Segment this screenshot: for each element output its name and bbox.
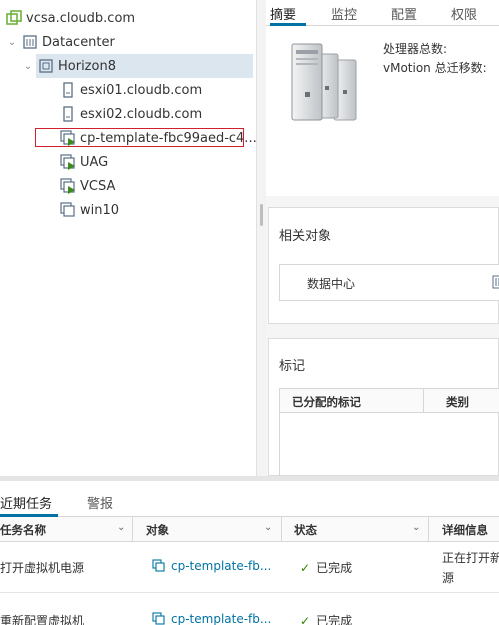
column-category[interactable]: 类别 xyxy=(446,394,469,410)
tree-item-datacenter[interactable]: ⌄ Datacenter xyxy=(0,30,257,54)
tab-recent-tasks[interactable]: 近期任务 xyxy=(0,493,52,512)
host-icon xyxy=(60,106,76,122)
related-objects-card: 相关对象 数据中心 xyxy=(268,207,499,324)
tree-item-host[interactable]: esxi02.cloudb.com xyxy=(56,102,253,126)
tree-item-label: vcsa.cloudb.com xyxy=(26,10,136,26)
tags-title: 标记 xyxy=(279,359,306,374)
chevron-down-icon[interactable]: ⌄ xyxy=(264,522,272,533)
tab-summary[interactable]: 摘要 xyxy=(270,4,296,23)
checkmark-icon: ✓ xyxy=(300,614,311,625)
tree-item-vcenter[interactable]: vcsa.cloudb.com xyxy=(0,6,257,30)
vm-icon xyxy=(60,202,76,218)
cluster-servers-icon xyxy=(288,42,360,130)
table-row[interactable]: 重新配置虚拟机 cp-template-fb... ✓ 已完成 xyxy=(0,594,499,625)
datacenter-icon xyxy=(22,34,38,50)
cluster-icon xyxy=(38,58,54,74)
vmotion-total-label: vMotion 总迁移数: xyxy=(383,61,487,75)
table-row[interactable]: 打开虚拟机电源 cp-template-fb... ✓ 已完成 正在打开新 源 xyxy=(0,543,499,593)
column-task-name[interactable]: 任务名称 xyxy=(0,522,46,538)
task-detail-line: 源 xyxy=(442,571,455,585)
related-objects-title: 相关对象 xyxy=(279,229,332,244)
chevron-down-icon[interactable]: ⌄ xyxy=(6,36,18,48)
tree-item-label: esxi02.cloudb.com xyxy=(80,106,203,122)
column-divider xyxy=(423,389,424,413)
tree-item-label: Datacenter xyxy=(42,34,115,50)
task-status-label: 已完成 xyxy=(316,614,353,625)
column-object[interactable]: 对象 xyxy=(146,522,169,538)
task-detail-line: 正在打开新 xyxy=(442,551,499,565)
summary-section: 处理器总数: vMotion 总迁移数: xyxy=(266,26,499,196)
tree-item-label: VCSA xyxy=(80,178,116,194)
tree-item-label: UAG xyxy=(80,154,109,170)
tree-item-label: esxi01.cloudb.com xyxy=(80,82,203,98)
recent-tasks-panel: 近期任务 警报 任务名称 ⌄ 对象 ⌄ 状态 ⌄ 详细信息 打开虚拟机电源 cp… xyxy=(0,476,499,625)
task-object-link[interactable]: cp-template-fb... xyxy=(152,559,271,575)
tree-item-label: win10 xyxy=(80,202,120,218)
tags-table: 已分配的标记 类别 xyxy=(279,388,499,478)
task-status-cell: ✓ 已完成 xyxy=(300,559,352,576)
tab-configure[interactable]: 配置 xyxy=(391,4,417,23)
detail-tabs: 摘要 监控 配置 权限 xyxy=(266,0,499,26)
checkmark-icon: ✓ xyxy=(300,561,311,575)
tree-item-vm[interactable]: win10 xyxy=(56,198,253,222)
tags-table-header: 已分配的标记 类别 xyxy=(280,389,499,413)
bottom-tabs: 近期任务 警报 xyxy=(0,481,499,517)
vm-powered-on-icon xyxy=(60,178,76,194)
column-details[interactable]: 详细信息 xyxy=(442,522,488,538)
task-name-cell: 重新配置虚拟机 xyxy=(0,614,85,625)
chevron-down-icon[interactable]: ⌄ xyxy=(412,522,420,533)
task-object-label: cp-template-fb... xyxy=(171,559,272,573)
tab-alarms[interactable]: 警报 xyxy=(87,493,113,512)
tree-item-host[interactable]: esxi01.cloudb.com xyxy=(56,78,253,102)
tab-monitor[interactable]: 监控 xyxy=(331,4,357,23)
inventory-tree: vcsa.cloudb.com ⌄ Datacenter ⌄ Horizon8 … xyxy=(0,0,257,476)
tree-item-vm[interactable]: VCSA xyxy=(56,174,253,198)
tags-card: 标记 已分配的标记 类别 xyxy=(268,338,499,478)
tree-item-vm[interactable]: UAG xyxy=(56,150,253,174)
column-divider[interactable] xyxy=(132,517,133,542)
related-object-label: 数据中心 xyxy=(307,277,356,291)
column-status[interactable]: 状态 xyxy=(294,522,317,538)
chevron-down-icon[interactable]: ⌄ xyxy=(117,522,125,533)
tasks-table-header: 任务名称 ⌄ 对象 ⌄ 状态 ⌄ 详细信息 xyxy=(0,517,499,542)
datacenter-icon xyxy=(492,275,499,293)
object-detail-panel: 摘要 监控 配置 权限 处理器总数: vMotion 总迁移数: 相关对象 数据… xyxy=(266,0,499,478)
task-status-label: 已完成 xyxy=(316,561,353,575)
pane-splitter[interactable] xyxy=(256,0,266,476)
annotation-highlight-box xyxy=(35,128,244,147)
tab-permissions[interactable]: 权限 xyxy=(451,4,477,23)
tree-item-label: Horizon8 xyxy=(58,58,116,74)
vm-icon xyxy=(152,559,165,575)
task-object-label: cp-template-fb... xyxy=(171,612,272,625)
task-status-cell: ✓ 已完成 xyxy=(300,612,352,625)
splitter-grip[interactable] xyxy=(260,204,263,226)
task-name-cell: 打开虚拟机电源 xyxy=(0,561,85,575)
task-object-link[interactable]: cp-template-fb... xyxy=(152,612,271,625)
column-divider[interactable] xyxy=(281,517,282,542)
related-object-row[interactable]: 数据中心 xyxy=(279,264,499,301)
host-icon xyxy=(60,82,76,98)
chevron-down-icon[interactable]: ⌄ xyxy=(22,60,34,72)
vcenter-icon xyxy=(6,10,22,26)
tree-item-cluster-selected[interactable]: ⌄ Horizon8 xyxy=(24,54,253,78)
column-assigned-tags[interactable]: 已分配的标记 xyxy=(292,394,361,410)
cpu-total-label: 处理器总数: xyxy=(383,42,448,56)
vm-icon xyxy=(152,612,165,625)
column-divider[interactable] xyxy=(428,517,429,542)
vm-powered-on-icon xyxy=(60,154,76,170)
